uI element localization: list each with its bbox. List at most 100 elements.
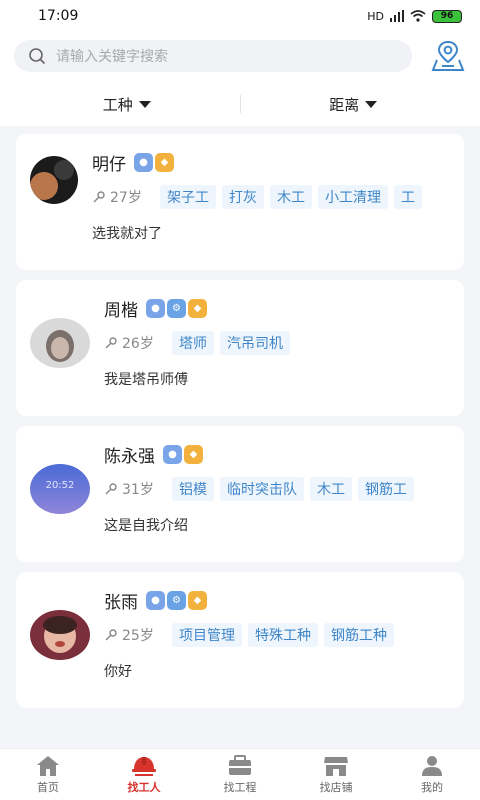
worker-intro: 我是塔吊师傅 bbox=[104, 372, 188, 388]
card-head: 张雨 ● ⚙ ◆ 25岁 项目管理 特殊工种 钢筋工种 你好 bbox=[30, 588, 464, 681]
status-bar: 17:09 HD 96 bbox=[0, 0, 480, 32]
filter-bar: 工种 距离 bbox=[14, 82, 466, 126]
gold-shield-icon: ◆ bbox=[155, 153, 174, 172]
badges: ● ⚙ ◆ bbox=[146, 591, 207, 610]
worker-name: 明仔 bbox=[92, 155, 126, 175]
age-text: 26岁 bbox=[122, 336, 154, 352]
gold-shield-icon: ◆ bbox=[188, 299, 207, 318]
trade-tag: 小工清理 bbox=[318, 185, 388, 209]
top-bar: 请输入关键字搜索 工种 距离 bbox=[0, 32, 480, 126]
user-icon bbox=[422, 755, 442, 776]
avatar-image bbox=[30, 609, 90, 660]
trade-tag: 工 bbox=[394, 185, 422, 209]
gold-shield-icon: ◆ bbox=[184, 445, 203, 464]
avatar bbox=[30, 609, 90, 660]
home-icon bbox=[37, 755, 59, 776]
worker-list: 明仔 ● ◆ 27岁 架子工 打灰 木工 小工清理 工 选我就对了 周楷 ● ⚙… bbox=[0, 126, 480, 708]
worker-age: 26岁 bbox=[104, 333, 166, 353]
trade-tag: 钢筋工种 bbox=[324, 623, 394, 647]
worker-intro: 选我就对了 bbox=[92, 226, 162, 242]
worker-name: 周楷 bbox=[104, 301, 138, 321]
trade-tag: 打灰 bbox=[222, 185, 264, 209]
worker-name: 张雨 bbox=[104, 593, 138, 613]
card-body: 陈永强 ● ◆ 31岁 铝模 临时突击队 木工 钢筋工 这是自我介绍 bbox=[104, 442, 464, 535]
trade-tag: 木工 bbox=[270, 185, 312, 209]
search-placeholder: 请输入关键字搜索 bbox=[56, 49, 168, 65]
avatar-image: 20:52 bbox=[30, 463, 90, 514]
tab-label: 找工人 bbox=[127, 780, 161, 794]
card-head: 20:52 陈永强 ● ◆ 31岁 铝模 临时突击队 木工 钢筋工 这是自我介绍 bbox=[30, 442, 464, 535]
tab-mine[interactable]: 我的 bbox=[384, 749, 480, 800]
project-icon bbox=[229, 754, 251, 775]
trade-tag: 铝模 bbox=[172, 477, 214, 501]
filter-trade[interactable]: 工种 bbox=[14, 94, 240, 115]
worker-age: 27岁 bbox=[92, 187, 154, 207]
age-text: 27岁 bbox=[110, 190, 142, 206]
signal-bars-icon bbox=[390, 10, 404, 22]
name-row: 陈永强 ● ◆ bbox=[104, 442, 464, 467]
verified-person-icon: ● bbox=[146, 299, 165, 318]
name-row: 张雨 ● ⚙ ◆ bbox=[104, 588, 464, 613]
caret-down-icon bbox=[365, 100, 378, 108]
gold-shield-icon: ◆ bbox=[188, 591, 207, 610]
card-body: 明仔 ● ◆ 27岁 架子工 打灰 木工 小工清理 工 bbox=[92, 150, 464, 209]
pin-icon bbox=[105, 337, 117, 349]
worker-helmet-icon bbox=[132, 756, 156, 776]
trade-tag: 架子工 bbox=[160, 185, 216, 209]
age-text: 31岁 bbox=[122, 482, 154, 498]
avatar-clock-text: 20:52 bbox=[46, 480, 75, 491]
name-row: 明仔 ● ◆ bbox=[92, 150, 464, 175]
worker-name: 陈永强 bbox=[104, 447, 155, 467]
trade-tag: 塔师 bbox=[172, 331, 214, 355]
filter-trade-label: 工种 bbox=[102, 95, 133, 114]
tab-label: 找工程 bbox=[223, 780, 257, 794]
caret-down-icon bbox=[138, 100, 151, 108]
tab-find-workers[interactable]: 找工人 bbox=[96, 749, 192, 800]
shop-icon bbox=[324, 756, 348, 776]
tab-home[interactable]: 首页 bbox=[0, 749, 96, 800]
tab-label: 找店铺 bbox=[319, 780, 353, 794]
verified-person-icon: ● bbox=[134, 153, 153, 172]
meta-row: 26岁 塔师 汽吊司机 bbox=[104, 331, 464, 355]
wrench-icon: ⚙ bbox=[167, 591, 186, 610]
worker-age: 25岁 bbox=[104, 625, 166, 645]
wifi-icon bbox=[410, 10, 426, 22]
worker-intro: 这是自我介绍 bbox=[104, 518, 188, 534]
badges: ● ◆ bbox=[134, 153, 174, 172]
tab-label: 我的 bbox=[421, 780, 443, 794]
trade-tag: 特殊工种 bbox=[248, 623, 318, 647]
badges: ● ◆ bbox=[163, 445, 203, 464]
name-row: 周楷 ● ⚙ ◆ bbox=[104, 296, 464, 321]
search-icon bbox=[29, 48, 46, 65]
meta-row: 31岁 铝模 临时突击队 木工 钢筋工 bbox=[104, 477, 464, 501]
filter-distance-label: 距离 bbox=[329, 95, 360, 114]
worker-card[interactable]: 张雨 ● ⚙ ◆ 25岁 项目管理 特殊工种 钢筋工种 你好 bbox=[16, 572, 464, 708]
map-button[interactable] bbox=[430, 38, 466, 74]
worker-card[interactable]: 20:52 陈永强 ● ◆ 31岁 铝模 临时突击队 木工 钢筋工 这是自我介绍 bbox=[16, 426, 464, 562]
avatar bbox=[30, 317, 90, 368]
avatar-image bbox=[30, 155, 78, 204]
status-icons: HD 96 bbox=[367, 9, 462, 23]
verified-person-icon: ● bbox=[146, 591, 165, 610]
worker-card[interactable]: 明仔 ● ◆ 27岁 架子工 打灰 木工 小工清理 工 选我就对了 bbox=[16, 134, 464, 270]
signal-icon: HD bbox=[367, 9, 384, 23]
trade-tag: 木工 bbox=[310, 477, 352, 501]
worker-age: 31岁 bbox=[104, 479, 166, 499]
tab-find-shops[interactable]: 找店铺 bbox=[288, 749, 384, 800]
age-text: 25岁 bbox=[122, 628, 154, 644]
trade-tag: 临时突击队 bbox=[220, 477, 304, 501]
avatar-image bbox=[30, 317, 90, 368]
card-head: 周楷 ● ⚙ ◆ 26岁 塔师 汽吊司机 我是塔吊师傅 bbox=[30, 296, 464, 389]
status-time: 17:09 bbox=[38, 8, 79, 24]
pin-icon bbox=[105, 629, 117, 641]
card-head: 明仔 ● ◆ 27岁 架子工 打灰 木工 小工清理 工 bbox=[30, 150, 464, 209]
tab-find-projects[interactable]: 找工程 bbox=[192, 749, 288, 800]
card-body: 周楷 ● ⚙ ◆ 26岁 塔师 汽吊司机 我是塔吊师傅 bbox=[104, 296, 464, 389]
avatar bbox=[30, 155, 78, 204]
verified-person-icon: ● bbox=[163, 445, 182, 464]
worker-intro: 你好 bbox=[104, 664, 132, 680]
filter-distance[interactable]: 距离 bbox=[241, 94, 467, 115]
badges: ● ⚙ ◆ bbox=[146, 299, 207, 318]
search-input[interactable]: 请输入关键字搜索 bbox=[14, 40, 412, 72]
worker-card[interactable]: 周楷 ● ⚙ ◆ 26岁 塔师 汽吊司机 我是塔吊师傅 bbox=[16, 280, 464, 416]
